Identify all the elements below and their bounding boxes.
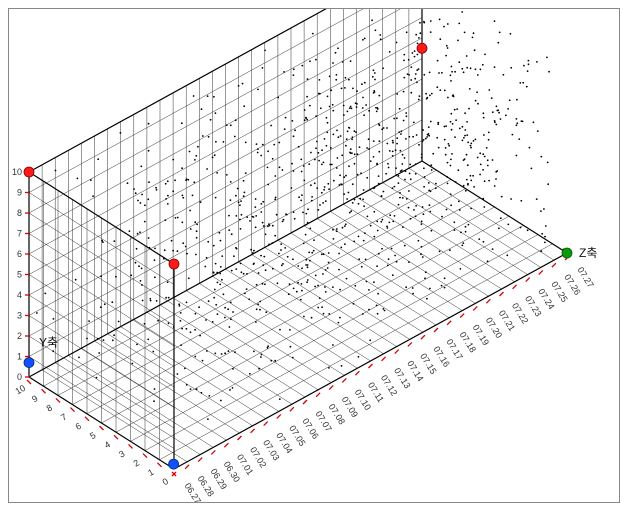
x-tick xyxy=(114,435,118,439)
x-tick-label: 1 xyxy=(146,467,155,478)
grid-floor-z xyxy=(304,226,449,318)
y-tick-label: 3 xyxy=(17,311,22,321)
grid-floor-z xyxy=(121,327,266,419)
z-tick xyxy=(251,429,255,433)
edge xyxy=(422,161,567,253)
grid-floor-z xyxy=(55,363,200,455)
grid-floor-z xyxy=(396,175,541,267)
y-tick-label: 0 xyxy=(17,372,22,382)
x-tick xyxy=(71,408,75,412)
edge xyxy=(174,253,567,469)
x-tick xyxy=(56,398,60,402)
grid-floor-z xyxy=(343,204,488,296)
z-tick xyxy=(513,285,517,289)
z-tick xyxy=(434,328,438,332)
z-tick xyxy=(408,342,412,346)
grid-floor-z xyxy=(108,334,253,426)
grid-floor-z xyxy=(330,211,475,303)
x-tick xyxy=(100,426,104,430)
x-tick-label: 2 xyxy=(132,458,141,469)
x-tick-label: 6 xyxy=(74,421,83,432)
z-tick xyxy=(421,335,425,339)
z-tick xyxy=(447,321,451,325)
z-tick xyxy=(395,350,399,354)
grid-floor-z xyxy=(265,247,410,339)
y-tick-label: 10 xyxy=(12,167,22,177)
x-tick xyxy=(85,417,89,421)
y-tick-label: 4 xyxy=(17,290,22,300)
x-tick xyxy=(143,454,147,458)
grid-floor-z xyxy=(173,298,318,390)
y-tick-label: 2 xyxy=(17,331,22,341)
z-tick xyxy=(473,306,477,310)
x-tick xyxy=(158,463,162,467)
handle-axis-blue[interactable] xyxy=(169,459,179,469)
z-tick xyxy=(329,386,333,390)
z-tick xyxy=(500,292,504,296)
z-tick xyxy=(185,465,189,469)
handle-axis-green[interactable] xyxy=(562,248,572,258)
x-tick-label: 7 xyxy=(59,412,68,423)
z-tick xyxy=(224,443,228,447)
y-tick-label: 1 xyxy=(17,352,22,362)
scatter-3d[interactable]: 01234567891001234567891006.2706.2806.290… xyxy=(9,9,619,502)
x-tick-label: 8 xyxy=(45,402,54,413)
handle-corner-red[interactable] xyxy=(24,167,34,177)
grid-floor-z xyxy=(239,262,384,354)
grid-floor-z xyxy=(317,219,462,311)
grid-floor-z xyxy=(147,312,292,404)
grid-floor-z xyxy=(160,305,305,397)
chart-frame: 01234567891001234567891006.2706.2806.290… xyxy=(8,8,620,503)
grid-floor-z xyxy=(199,283,344,375)
z-tick xyxy=(198,458,202,462)
y-tick-label: 5 xyxy=(17,270,22,280)
y-tick-label: 7 xyxy=(17,229,22,239)
x-tick xyxy=(129,444,133,448)
grid-floor-z xyxy=(134,319,279,411)
z-tick xyxy=(342,378,346,382)
z-tick xyxy=(290,407,294,411)
x-tick-label: 0 xyxy=(161,476,170,487)
z-tick xyxy=(277,414,281,418)
y-axis-title: Y축 xyxy=(39,335,58,349)
x-tick-label: 9 xyxy=(30,393,39,404)
x-tick-label: 3 xyxy=(117,448,126,459)
grid-floor-z xyxy=(278,240,423,332)
x-tick-label: 4 xyxy=(103,439,112,450)
y-tick-label: 9 xyxy=(17,188,22,198)
z-tick xyxy=(382,357,386,361)
z-tick xyxy=(486,299,490,303)
grid-floor-z xyxy=(383,183,528,275)
z-tick xyxy=(238,436,242,440)
grid-floor-z xyxy=(370,190,515,282)
z-tick xyxy=(211,450,215,454)
grid-floor-z xyxy=(291,233,436,325)
y-tick-label: 6 xyxy=(17,249,22,259)
x-tick xyxy=(42,389,46,393)
z-tick xyxy=(539,270,543,274)
x-tick xyxy=(27,380,31,384)
scatter-points xyxy=(36,11,564,420)
grid-floor-z xyxy=(357,197,502,289)
z-tick xyxy=(303,400,307,404)
z-tick xyxy=(460,314,464,318)
z-tick xyxy=(355,371,359,375)
z-tick xyxy=(369,364,373,368)
z-tick xyxy=(316,393,320,397)
x-tick-label: 5 xyxy=(88,430,97,441)
z-tick xyxy=(552,263,556,267)
z-axis-title: Z축 xyxy=(579,246,597,260)
x-tick-label: 10 xyxy=(13,383,27,397)
z-tick xyxy=(264,422,268,426)
grid-floor-z xyxy=(409,168,554,260)
y-tick-label: 8 xyxy=(17,208,22,218)
handle-corner-red[interactable] xyxy=(417,43,427,53)
z-tick xyxy=(526,278,530,282)
grid-floor-z xyxy=(81,348,226,440)
handle-corner-red[interactable] xyxy=(169,259,179,269)
grid-floor-z xyxy=(212,276,357,368)
handle-axis-blue[interactable] xyxy=(24,358,34,368)
